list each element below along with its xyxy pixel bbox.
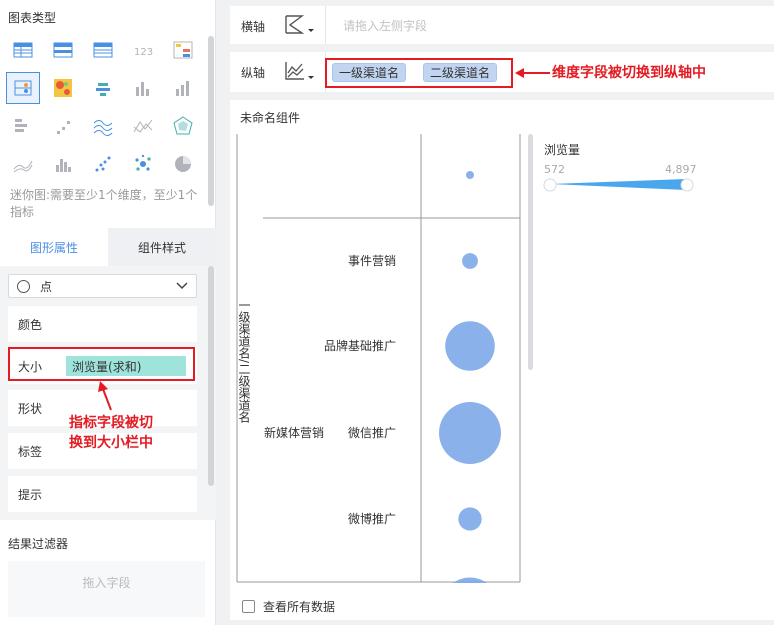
prop-color[interactable]: 颜色 — [8, 306, 197, 342]
chart-type-column[interactable] — [126, 72, 160, 104]
bubble-point[interactable] — [466, 171, 474, 179]
legend-max-handle[interactable] — [680, 178, 694, 192]
chart-type-bar[interactable] — [6, 110, 40, 142]
chart-type-bubble-cluster[interactable] — [126, 148, 160, 180]
axis-sort-icon[interactable] — [283, 14, 317, 36]
annotation-arrow-up-icon — [98, 381, 112, 411]
bubble-point[interactable] — [462, 253, 478, 269]
chart-type-radar[interactable] — [166, 110, 200, 142]
grouped-bar-icon — [96, 83, 110, 96]
bubble-point[interactable] — [439, 402, 501, 464]
mini-chart-hint: 迷你图:需要至少1个维度，至少1个指标 — [10, 188, 198, 219]
show-all-data-toggle[interactable]: 查看所有数据 — [242, 598, 335, 615]
circle-icon — [17, 279, 30, 293]
property-tabs: 图形属性 组件样式 — [0, 228, 216, 266]
annotation-box-y-axis — [325, 58, 513, 88]
column-icon — [136, 82, 149, 96]
chart-type-scatter[interactable] — [86, 148, 120, 180]
show-all-checkbox[interactable] — [242, 600, 255, 613]
level2-label: 品牌基础推广 — [324, 339, 396, 353]
left-panel: 图表类型 123 迷你图:需要至少1个维度，至少1个指标 图形属性 组件样式 点… — [0, 0, 216, 625]
annotation-size-text-line2: 换到大小栏中 — [69, 435, 153, 451]
mark-type-select[interactable]: 点 — [8, 274, 197, 298]
level1-label: 新媒体营销 — [264, 425, 324, 440]
property-scrollbar[interactable] — [208, 266, 214, 486]
level2-label: 微信推广 — [348, 426, 396, 440]
crosstab-icon — [53, 42, 73, 58]
chart-type-histogram[interactable] — [46, 148, 80, 180]
chart-type-line-area[interactable] — [126, 110, 160, 142]
legend-title: 浏览量 — [544, 143, 581, 157]
heatmap-icon — [54, 79, 72, 97]
legend-min-handle[interactable] — [543, 178, 557, 192]
scatter-icon — [95, 156, 111, 172]
radar-icon — [173, 116, 193, 135]
x-axis-separator — [325, 6, 326, 44]
chart-type-ranking[interactable] — [46, 110, 80, 142]
chart-type-grouped-table[interactable] — [6, 72, 40, 104]
chart-type-heatmap[interactable] — [46, 72, 80, 104]
bubble-point[interactable] — [445, 321, 495, 371]
tab-graphic-properties[interactable]: 图形属性 — [0, 228, 108, 266]
line-area-icon — [133, 119, 153, 133]
size-legend-ramp — [550, 179, 686, 190]
annotation-arrow-left-icon — [515, 68, 550, 78]
prop-shape-label: 形状 — [18, 401, 43, 416]
y-axis-title: 一级渠道名/二级渠道名 — [237, 299, 251, 423]
prop-tooltip[interactable]: 提示 — [8, 476, 197, 512]
size-legend-slider — [543, 178, 694, 192]
prop-label-label: 标签 — [18, 444, 43, 459]
level2-label: 微博推广 — [348, 511, 396, 526]
chevron-down-icon — [176, 282, 188, 290]
svg-text:123: 123 — [134, 47, 153, 58]
chart-type-pie[interactable] — [166, 148, 200, 180]
result-filter-title: 结果过滤器 — [8, 537, 69, 551]
annotation-size-text-line1: 指标字段被切 — [69, 415, 153, 431]
x-axis-row: 横轴 请拖入左侧字段 — [230, 6, 774, 44]
stacked-column-icon — [176, 81, 189, 96]
prop-tooltip-label: 提示 — [18, 487, 43, 502]
line-chart-icon[interactable] — [283, 60, 317, 82]
mark-type-value: 点 — [40, 279, 53, 294]
kpi-number-icon: 123 — [134, 47, 153, 58]
component-canvas: 一级渠道名/二级渠道名 新媒体营销 事件营销品牌基础推广微信推广微博推广 未命名组件… — [230, 100, 774, 620]
x-axis-drop-placeholder[interactable]: 请拖入左侧字段 — [343, 17, 427, 34]
x-axis-label: 横轴 — [241, 20, 266, 34]
card-icon — [173, 41, 193, 59]
bubble-cluster-icon — [135, 154, 151, 171]
multi-line-icon — [93, 120, 113, 136]
grouped-table-icon — [14, 80, 32, 96]
table-icon — [13, 42, 33, 58]
chart-scrollbar[interactable] — [528, 134, 533, 370]
prop-color-label: 颜色 — [18, 317, 43, 332]
chart-type-card[interactable] — [166, 34, 200, 66]
chart-type-crosstab[interactable] — [46, 34, 80, 66]
chart-type-area-line[interactable] — [6, 148, 40, 180]
detail-table-icon — [93, 42, 113, 58]
chart-type-stacked-column[interactable] — [166, 72, 200, 104]
annotation-y-axis-text: 维度字段被切换到纵轴中 — [552, 65, 706, 81]
bar-icon — [15, 119, 27, 132]
bubble-point[interactable] — [458, 507, 482, 531]
ranking-icon — [57, 121, 70, 134]
component-title: 未命名组件 — [240, 111, 301, 125]
chart-type-detail-table[interactable] — [86, 34, 120, 66]
chart-type-kpi-number[interactable]: 123 — [126, 34, 160, 66]
chart-type-table[interactable] — [6, 34, 40, 66]
histogram-icon — [56, 159, 71, 172]
pie-icon — [175, 156, 191, 172]
annotation-box-size — [8, 347, 195, 381]
chart-type-scrollbar[interactable] — [208, 36, 214, 206]
show-all-label: 查看所有数据 — [263, 600, 336, 614]
area-line-icon — [13, 160, 33, 173]
level2-label: 事件营销 — [348, 254, 396, 268]
chart-type-multi-line[interactable] — [86, 110, 120, 142]
tab-component-style[interactable]: 组件样式 — [108, 228, 216, 266]
filter-drop-zone[interactable]: 拖入字段 — [8, 561, 205, 617]
chart-type-grouped-bar[interactable] — [86, 72, 120, 104]
chart-type-title: 图表类型 — [8, 11, 57, 25]
y-axis-label: 纵轴 — [241, 66, 266, 80]
